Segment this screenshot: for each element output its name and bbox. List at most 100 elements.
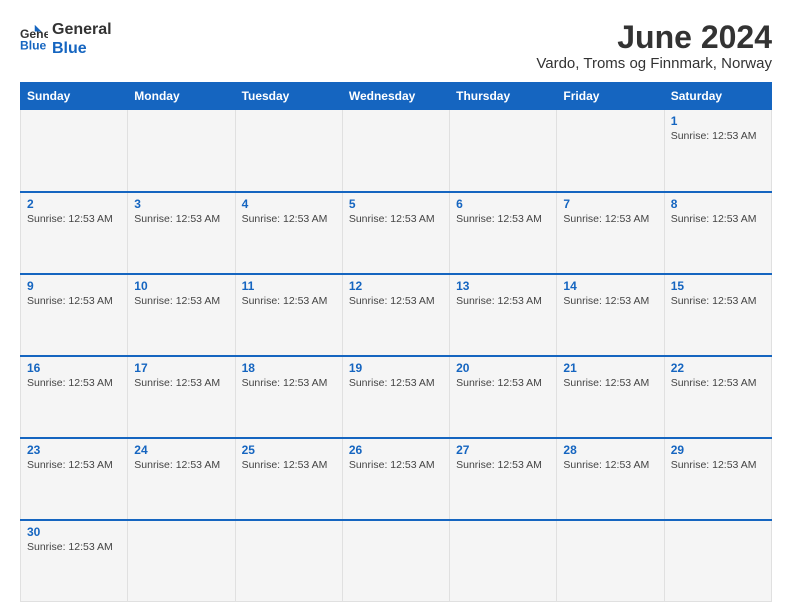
logo-icon: General Blue	[20, 25, 48, 53]
calendar-week-row: 16Sunrise: 12:53 AM17Sunrise: 12:53 AM18…	[21, 356, 772, 438]
logo-general: General	[52, 20, 112, 39]
calendar-cell: 5Sunrise: 12:53 AM	[342, 192, 449, 274]
calendar-cell: 27 Sunrise: 12:53 AM	[450, 438, 557, 520]
calendar-cell: 10Sunrise: 12:53 AM	[128, 274, 235, 356]
day-number: 8	[671, 197, 765, 211]
calendar-page: General Blue General Blue June 2024 Vard…	[0, 0, 792, 612]
day-number: 7	[563, 197, 657, 211]
day-number: 15	[671, 279, 765, 293]
sunrise-text: Sunrise: 12:53 AM	[27, 295, 113, 307]
calendar-cell: 11Sunrise: 12:53 AM	[235, 274, 342, 356]
header-sunday: Sunday	[21, 83, 128, 110]
sunrise-text: Sunrise: 12:53 AM	[563, 295, 649, 307]
calendar-cell: 20Sunrise: 12:53 AM	[450, 356, 557, 438]
sunrise-text: Sunrise: 12:53 AM	[671, 295, 757, 307]
calendar-cell: 1Sunrise: 12:53 AM	[664, 110, 771, 192]
day-number: 27	[456, 443, 550, 457]
calendar-cell: 30Sunrise: 12:53 AM	[21, 520, 128, 602]
calendar-cell: 16Sunrise: 12:53 AM	[21, 356, 128, 438]
calendar-table: Sunday Monday Tuesday Wednesday Thursday…	[20, 82, 772, 602]
sunrise-text: Sunrise: 12:53 AM	[563, 459, 649, 471]
sunrise-text: Sunrise: 12:53 AM	[242, 213, 328, 225]
day-number: 21	[563, 361, 657, 375]
day-number: 4	[242, 197, 336, 211]
sunrise-text: Sunrise: 12:53 AM	[134, 377, 220, 389]
sunrise-text: Sunrise: 12:53 AM	[134, 213, 220, 225]
sunrise-text: Sunrise: 12:53 AM	[349, 459, 435, 471]
calendar-cell: 23 Sunrise: 12:53 AM	[21, 438, 128, 520]
calendar-cell: 4 Sunrise: 12:53 AM	[235, 192, 342, 274]
calendar-cell: 2Sunrise: 12:53 AM	[21, 192, 128, 274]
calendar-cell	[342, 110, 449, 192]
day-number: 11	[242, 279, 336, 293]
day-number: 28	[563, 443, 657, 457]
calendar-cell: 15 Sunrise: 12:53 AM	[664, 274, 771, 356]
sunrise-text: Sunrise: 12:53 AM	[242, 459, 328, 471]
calendar-cell: 28 Sunrise: 12:53 AM	[557, 438, 664, 520]
calendar-cell: 18 Sunrise: 12:53 AM	[235, 356, 342, 438]
header-monday: Monday	[128, 83, 235, 110]
calendar-cell: 26 Sunrise: 12:53 AM	[342, 438, 449, 520]
sunrise-text: Sunrise: 12:53 AM	[456, 377, 542, 389]
calendar-cell: 8 Sunrise: 12:53 AM	[664, 192, 771, 274]
sunrise-text: Sunrise: 12:53 AM	[456, 295, 542, 307]
sunrise-text: Sunrise: 12:53 AM	[456, 459, 542, 471]
logo: General Blue General Blue	[20, 20, 112, 58]
calendar-cell	[128, 110, 235, 192]
day-number: 6	[456, 197, 550, 211]
calendar-cell	[450, 520, 557, 602]
day-number: 22	[671, 361, 765, 375]
day-number: 19	[349, 361, 443, 375]
day-number: 16	[27, 361, 121, 375]
calendar-cell	[664, 520, 771, 602]
sunrise-text: Sunrise: 12:53 AM	[27, 459, 113, 471]
header-thursday: Thursday	[450, 83, 557, 110]
calendar-cell: 13Sunrise: 12:53 AM	[450, 274, 557, 356]
calendar-cell: 6Sunrise: 12:53 AM	[450, 192, 557, 274]
calendar-cell	[342, 520, 449, 602]
header-friday: Friday	[557, 83, 664, 110]
day-number: 1	[671, 114, 765, 128]
calendar-title: June 2024	[536, 20, 772, 55]
day-number: 10	[134, 279, 228, 293]
calendar-week-row: 9Sunrise: 12:53 AM10Sunrise: 12:53 AM11S…	[21, 274, 772, 356]
sunrise-text: Sunrise: 12:53 AM	[349, 213, 435, 225]
sunrise-text: Sunrise: 12:53 AM	[134, 459, 220, 471]
sunrise-text: Sunrise: 12:53 AM	[27, 213, 113, 225]
sunrise-text: Sunrise: 12:53 AM	[349, 377, 435, 389]
day-number: 17	[134, 361, 228, 375]
day-number: 26	[349, 443, 443, 457]
day-number: 25	[242, 443, 336, 457]
day-number: 14	[563, 279, 657, 293]
calendar-cell	[235, 520, 342, 602]
sunrise-text: Sunrise: 12:53 AM	[563, 213, 649, 225]
header-tuesday: Tuesday	[235, 83, 342, 110]
sunrise-text: Sunrise: 12:53 AM	[349, 295, 435, 307]
day-number: 12	[349, 279, 443, 293]
sunrise-text: Sunrise: 12:53 AM	[671, 213, 757, 225]
calendar-cell: 21 Sunrise: 12:53 AM	[557, 356, 664, 438]
calendar-cell	[557, 110, 664, 192]
calendar-subtitle: Vardo, Troms og Finnmark, Norway	[536, 55, 772, 72]
calendar-cell	[235, 110, 342, 192]
sunrise-text: Sunrise: 12:53 AM	[242, 377, 328, 389]
calendar-cell: 14 Sunrise: 12:53 AM	[557, 274, 664, 356]
calendar-cell	[21, 110, 128, 192]
calendar-cell: 24Sunrise: 12:53 AM	[128, 438, 235, 520]
header-wednesday: Wednesday	[342, 83, 449, 110]
day-number: 18	[242, 361, 336, 375]
calendar-cell	[128, 520, 235, 602]
calendar-cell: 29Sunrise: 12:53 AM	[664, 438, 771, 520]
day-number: 9	[27, 279, 121, 293]
calendar-cell: 9 Sunrise: 12:53 AM	[21, 274, 128, 356]
calendar-cell	[557, 520, 664, 602]
calendar-week-row: 30Sunrise: 12:53 AM	[21, 520, 772, 602]
header-saturday: Saturday	[664, 83, 771, 110]
calendar-cell: 12 Sunrise: 12:53 AM	[342, 274, 449, 356]
day-number: 29	[671, 443, 765, 457]
calendar-cell: 7 Sunrise: 12:53 AM	[557, 192, 664, 274]
calendar-cell: 3Sunrise: 12:53 AM	[128, 192, 235, 274]
sunrise-text: Sunrise: 12:53 AM	[563, 377, 649, 389]
calendar-cell: 22Sunrise: 12:53 AM	[664, 356, 771, 438]
day-number: 23	[27, 443, 121, 457]
